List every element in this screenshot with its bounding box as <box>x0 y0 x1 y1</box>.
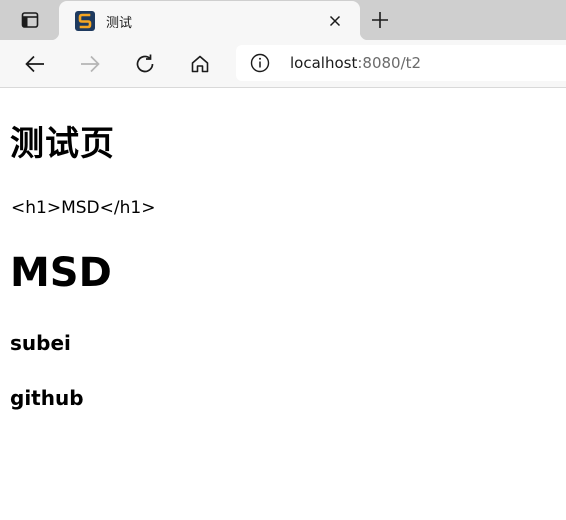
forward-arrow-icon <box>81 55 100 73</box>
plus-icon <box>372 12 388 28</box>
address-bar[interactable]: localhost:8080/t2 <box>236 45 566 81</box>
url-text[interactable]: localhost:8080/t2 <box>290 54 421 72</box>
site-info-button[interactable] <box>250 53 270 73</box>
site-favicon-icon <box>75 11 95 31</box>
back-button[interactable] <box>19 48 51 80</box>
new-tab-button[interactable] <box>366 6 394 34</box>
url-host: localhost <box>290 54 358 72</box>
refresh-icon <box>136 54 154 73</box>
escaped-html-text: <h1>MSD</h1> <box>11 198 156 218</box>
heading-subei: subei <box>10 331 71 355</box>
heading-msd: MSD <box>10 250 112 296</box>
active-tab[interactable]: 测试 <box>51 1 368 40</box>
url-port-path: :8080/t2 <box>357 54 422 72</box>
tab-actions-button[interactable] <box>10 6 50 34</box>
browser-toolbar: localhost:8080/t2 <box>0 40 566 88</box>
home-button[interactable] <box>184 48 216 80</box>
close-icon <box>329 15 341 27</box>
heading-github: github <box>10 386 84 410</box>
info-icon <box>250 53 270 73</box>
tab-strip: 测试 <box>0 0 566 40</box>
forward-button[interactable] <box>74 48 106 80</box>
home-icon <box>191 55 209 73</box>
tab-title: 测试 <box>106 16 133 31</box>
tab-actions-icon <box>21 12 39 28</box>
page-heading-cn: 测试页 <box>10 124 115 164</box>
back-arrow-icon <box>25 55 44 73</box>
refresh-button[interactable] <box>129 48 161 80</box>
close-tab-button[interactable] <box>325 11 345 31</box>
